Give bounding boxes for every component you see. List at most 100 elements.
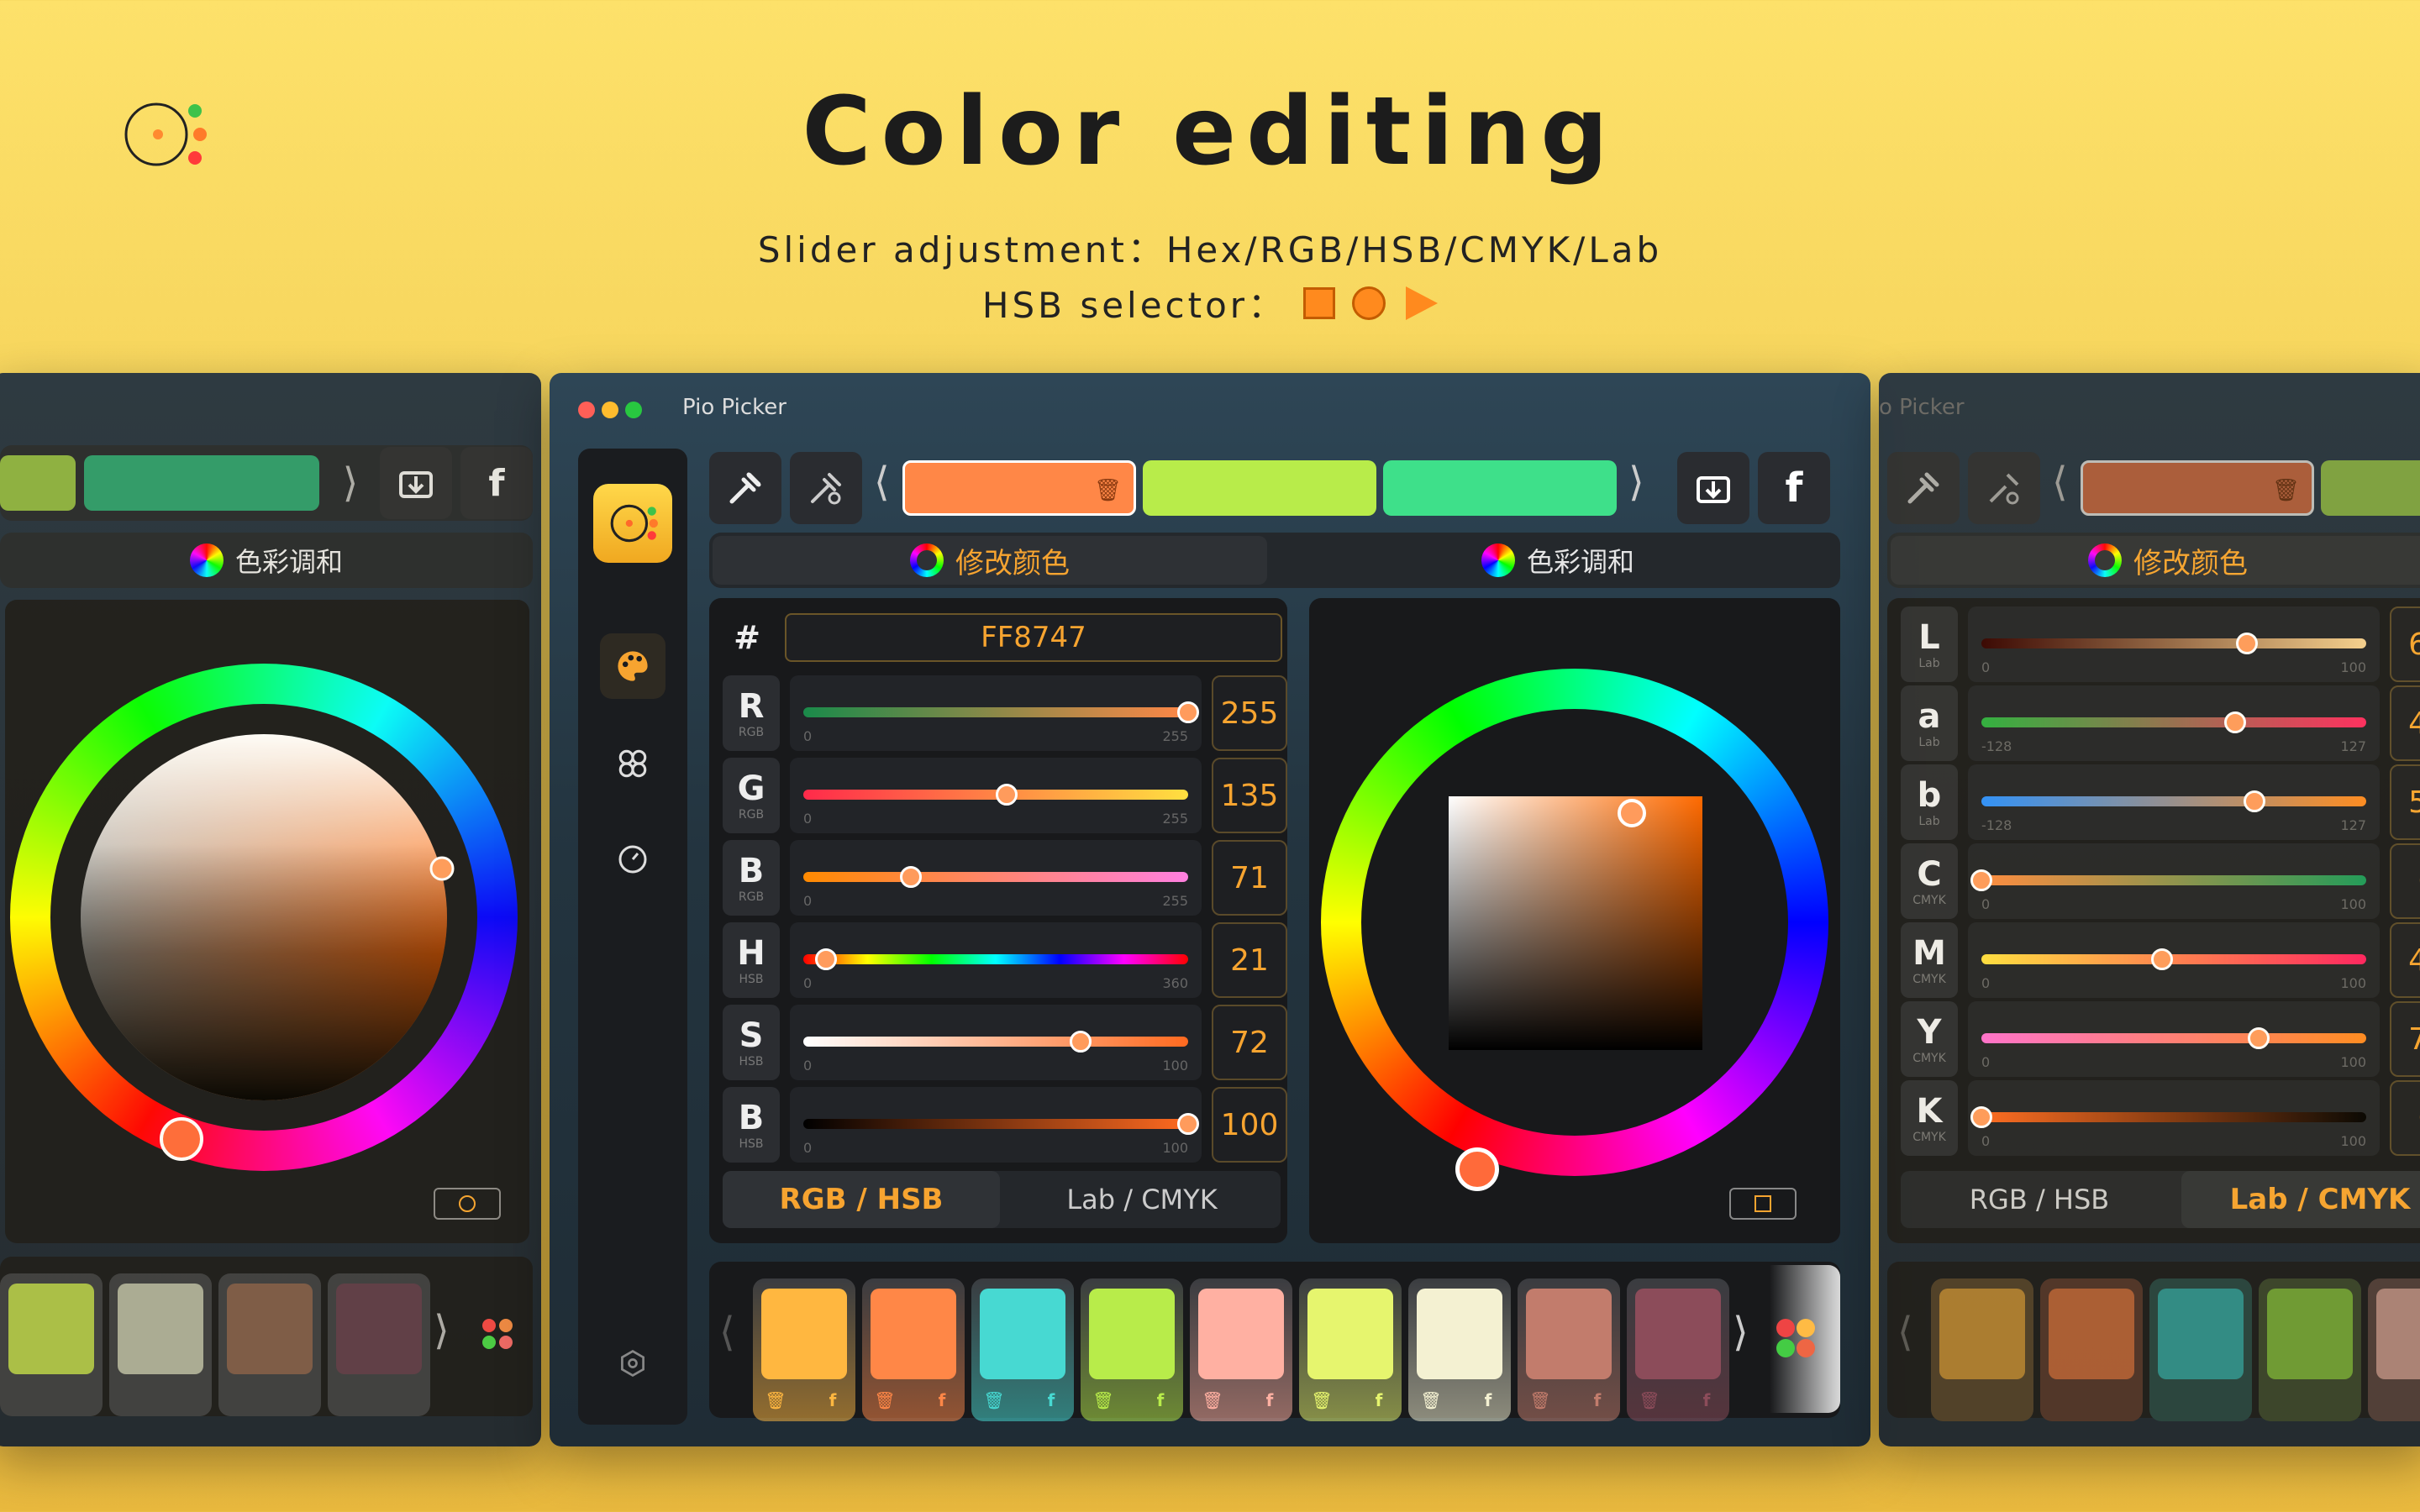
- chip-trash-icon[interactable]: 🗑: [1094, 478, 1122, 503]
- right-swatch-5[interactable]: [2368, 1278, 2420, 1421]
- toolbar-next-icon[interactable]: ⟩: [1628, 459, 1644, 506]
- swatch-3[interactable]: 🗑 f: [971, 1278, 1074, 1421]
- right-swatch-2[interactable]: [2040, 1278, 2143, 1421]
- eyedropper-alt-button[interactable]: [790, 452, 862, 524]
- right-slider-knob[interactable]: [1970, 1106, 1992, 1128]
- swatch-1[interactable]: 🗑 f: [753, 1278, 855, 1421]
- palette-dots-icon[interactable]: [1775, 1317, 1820, 1362]
- right-value-input[interactable]: 72: [2390, 1001, 2420, 1077]
- swatch-next-icon[interactable]: ⟩: [1733, 1309, 1749, 1356]
- toolbar-prev-icon[interactable]: ⟨: [874, 459, 890, 506]
- main-slider-track[interactable]: [803, 954, 1188, 964]
- right-slider-track[interactable]: [1981, 1033, 2366, 1043]
- right-swatch-prev-icon[interactable]: ⟨: [1897, 1309, 1913, 1356]
- left-color-chip-1[interactable]: [0, 455, 76, 511]
- left-swatch-4[interactable]: [328, 1273, 430, 1416]
- main-slider-knob[interactable]: [1177, 701, 1199, 723]
- maximize-button[interactable]: [625, 402, 642, 418]
- main-slider-track[interactable]: [803, 707, 1188, 717]
- left-palette-dots-icon[interactable]: [479, 1315, 521, 1357]
- right-eyedropper-alt-button[interactable]: [1968, 452, 2040, 524]
- swatch-trash-icon[interactable]: 🗑: [1418, 1388, 1444, 1413]
- swatch-color[interactable]: [1198, 1289, 1284, 1379]
- swatch-trash-icon[interactable]: 🗑: [1200, 1388, 1225, 1413]
- right-mode-rgb-hsb[interactable]: RGB / HSB: [1901, 1171, 2178, 1228]
- main-slider[interactable]: 0 255: [790, 840, 1202, 916]
- selector-toggle[interactable]: [1729, 1188, 1797, 1220]
- close-button[interactable]: [578, 402, 595, 418]
- swatch-trash-icon[interactable]: 🗑: [763, 1388, 788, 1413]
- toolbar-color-chip-1[interactable]: 🗑: [902, 460, 1136, 516]
- swatch-4[interactable]: 🗑 f: [1081, 1278, 1183, 1421]
- swatch-color[interactable]: [761, 1289, 847, 1379]
- saturation-knob[interactable]: [1618, 799, 1646, 827]
- left-swatch-3[interactable]: [218, 1273, 321, 1416]
- main-value-input[interactable]: 71: [1212, 840, 1287, 916]
- right-slider-knob[interactable]: [2244, 790, 2266, 812]
- hue-knob[interactable]: [1455, 1147, 1499, 1191]
- main-slider-knob[interactable]: [1177, 1113, 1199, 1135]
- swatch-prev-icon[interactable]: ⟨: [719, 1309, 735, 1356]
- right-slider[interactable]: 0 100: [1968, 843, 2380, 919]
- main-slider[interactable]: 0 360: [790, 922, 1202, 998]
- swatch-trash-icon[interactable]: 🗑: [1309, 1388, 1334, 1413]
- sidebar-item-settings[interactable]: [600, 1331, 666, 1396]
- swatch-color[interactable]: [1089, 1289, 1175, 1379]
- swatch-trash-icon[interactable]: 🗑: [1091, 1388, 1116, 1413]
- right-color-chip-2[interactable]: [2321, 460, 2420, 516]
- mode-rgb-hsb[interactable]: RGB / HSB: [723, 1171, 1000, 1228]
- main-slider-knob[interactable]: [1069, 1031, 1092, 1053]
- right-slider-knob[interactable]: [2236, 633, 2259, 654]
- toolbar-color-chip-2[interactable]: [1143, 460, 1376, 516]
- right-swatch-1[interactable]: [1931, 1278, 2033, 1421]
- swatch-2[interactable]: 🗑 f: [862, 1278, 965, 1421]
- swatch-font-icon[interactable]: f: [1257, 1388, 1282, 1413]
- left-swatch-1[interactable]: [0, 1273, 103, 1416]
- right-mode-lab-cmyk[interactable]: Lab / CMYK: [2181, 1171, 2420, 1228]
- main-slider[interactable]: 0 100: [790, 1005, 1202, 1080]
- swatch-9[interactable]: 🗑 f: [1627, 1278, 1729, 1421]
- swatch-5[interactable]: 🗑 f: [1190, 1278, 1292, 1421]
- main-slider[interactable]: 0 100: [790, 1087, 1202, 1163]
- eyedropper-button[interactable]: [709, 452, 781, 524]
- main-value-input[interactable]: 135: [1212, 758, 1287, 833]
- swatch-trash-icon[interactable]: 🗑: [981, 1388, 1007, 1413]
- right-eyedropper-button[interactable]: [1887, 452, 1960, 524]
- main-slider-track[interactable]: [803, 1119, 1188, 1129]
- swatch-trash-icon[interactable]: 🗑: [872, 1388, 897, 1413]
- swatch-font-icon[interactable]: f: [820, 1388, 845, 1413]
- right-value-input[interactable]: 69: [2390, 606, 2420, 682]
- swatch-font-icon[interactable]: f: [929, 1388, 955, 1413]
- main-value-input[interactable]: 21: [1212, 922, 1287, 998]
- swatch-trash-icon[interactable]: 🗑: [1637, 1388, 1662, 1413]
- left-font-icon[interactable]: f: [460, 447, 533, 519]
- swatch-font-icon[interactable]: f: [1694, 1388, 1719, 1413]
- right-slider[interactable]: 0 100: [1968, 606, 2380, 682]
- main-slider-knob[interactable]: [996, 784, 1018, 806]
- swatch-font-icon[interactable]: f: [1476, 1388, 1501, 1413]
- toolbar-color-chip-3[interactable]: [1383, 460, 1617, 516]
- tab-modify-color[interactable]: 修改颜色: [713, 536, 1267, 585]
- main-slider-track[interactable]: [803, 1037, 1188, 1047]
- main-slider-track[interactable]: [803, 872, 1188, 882]
- right-slider-track[interactable]: [1981, 1112, 2366, 1122]
- right-slider[interactable]: -128 127: [1968, 764, 2380, 840]
- swatch-font-icon[interactable]: f: [1148, 1388, 1173, 1413]
- sidebar-logo-icon[interactable]: [593, 484, 672, 563]
- left-swatch-next-icon[interactable]: ⟩: [434, 1307, 450, 1354]
- main-slider[interactable]: 0 255: [790, 675, 1202, 751]
- main-slider[interactable]: 0 255: [790, 758, 1202, 833]
- sidebar-item-palette[interactable]: [600, 633, 666, 699]
- tab-harmony[interactable]: 色彩调和: [1281, 536, 1835, 585]
- right-value-input[interactable]: 40: [2390, 685, 2420, 761]
- swatch-color[interactable]: [871, 1289, 956, 1379]
- right-slider-knob[interactable]: [2151, 948, 2174, 970]
- swatch-font-icon[interactable]: f: [1585, 1388, 1610, 1413]
- right-swatch-4[interactable]: [2259, 1278, 2361, 1421]
- right-slider[interactable]: 0 100: [1968, 922, 2380, 998]
- left-selector-toggle[interactable]: [434, 1188, 501, 1220]
- right-tab-modify[interactable]: 修改颜色: [1891, 536, 2420, 585]
- swatch-color[interactable]: [980, 1289, 1065, 1379]
- left-color-chip-2[interactable]: [84, 455, 319, 511]
- minimize-button[interactable]: [602, 402, 618, 418]
